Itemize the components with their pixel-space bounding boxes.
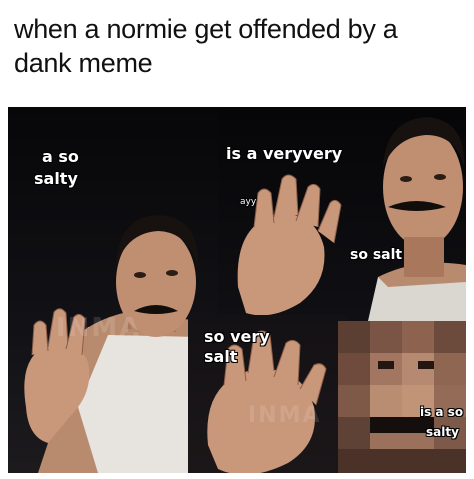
panel-4-text-line-2: salty xyxy=(426,425,459,439)
man-illustration-2 xyxy=(237,117,466,321)
meme-panel-1: a so salty INMA xyxy=(8,107,218,473)
panel-3-text-line-1: so very xyxy=(204,327,270,346)
watermark-3: INMA xyxy=(248,403,322,428)
panel-1-text-line-2: salty xyxy=(34,169,78,188)
panel-2-text-mid: so salt xyxy=(350,247,403,263)
man-illustration-1 xyxy=(24,215,218,473)
meme-caption: when a normie get offended by a dank mem… xyxy=(14,14,398,78)
meme-image: a so salty INMA is a veryvery ayy so sal… xyxy=(8,107,466,473)
panel-3-text-line-2: salt xyxy=(204,347,238,366)
panel-2-text-small: ayy xyxy=(240,197,257,207)
pixelated-face-illustration xyxy=(338,321,466,473)
panel-4-text-line-1: is a so xyxy=(420,405,464,419)
meme-panel-4 xyxy=(338,321,466,473)
meme-panel-2: is a veryvery ayy so salt xyxy=(218,107,466,321)
panel-2-text-top: is a veryvery xyxy=(226,144,343,163)
panel-1-text-line-1: a so xyxy=(42,147,79,166)
watermark-1: INMA xyxy=(56,313,142,343)
meme-panel-3: so very salt INMA xyxy=(188,315,348,473)
